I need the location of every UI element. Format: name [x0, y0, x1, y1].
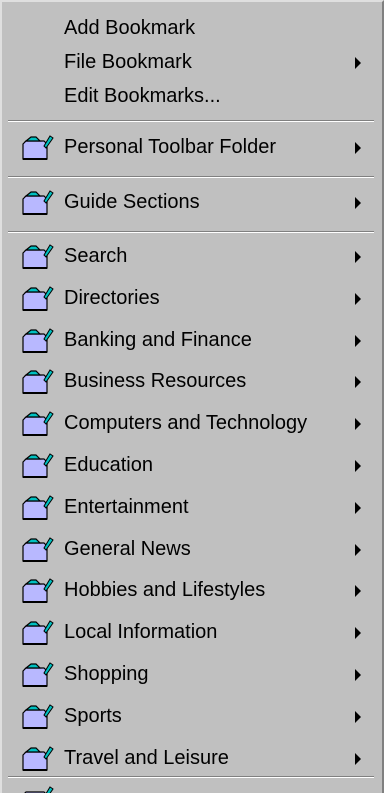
folder-icon [22, 369, 54, 394]
menu-item-edit-bookmarks[interactable]: Edit Bookmarks... [4, 78, 378, 114]
submenu-arrow-icon [355, 57, 361, 69]
submenu-arrow-icon [355, 251, 361, 263]
menu-item-label: Directories [64, 287, 160, 309]
menu-item-label: Add Bookmark [64, 17, 196, 39]
folder-icon [22, 662, 54, 687]
submenu-arrow-icon [355, 293, 361, 305]
menu-item-label: Computers and Technology [64, 412, 308, 434]
menu-item-label: Personal Toolbar Folder [64, 136, 276, 158]
menu-separator [8, 120, 374, 122]
menu-item-label: Local Information [64, 621, 218, 643]
menu-item-hobbies-and-lifestyles[interactable]: Hobbies and Lifestyles [4, 572, 378, 608]
submenu-arrow-icon [355, 418, 361, 430]
menu-item-directories[interactable]: Directories [4, 280, 378, 316]
menu-separator [8, 176, 374, 178]
menu-item-entertainment[interactable]: Entertainment [4, 489, 378, 525]
menu-separator [8, 231, 374, 233]
menu-item-banking-and-finance[interactable]: Banking and Finance [4, 322, 378, 358]
menu-item-label: Banking and Finance [64, 329, 252, 351]
menu-item-label: Entertainment [64, 496, 189, 518]
bookmarks-menu: Add Bookmark File Bookmark Edit Bookmark… [0, 0, 384, 793]
menu-item-sports[interactable]: Sports [4, 698, 378, 734]
menu-item-personal-toolbar-folder[interactable]: Personal Toolbar Folder [4, 129, 378, 165]
menu-item-label: File Bookmark [64, 51, 192, 73]
menu-item-add-bookmark[interactable]: Add Bookmark [4, 10, 378, 46]
submenu-arrow-icon [355, 460, 361, 472]
menu-item-computers-and-technology[interactable]: Computers and Technology [4, 405, 378, 441]
menu-item-guide-sections[interactable]: Guide Sections [4, 184, 378, 220]
menu-item-label: Search [64, 245, 128, 267]
menu-item-education[interactable]: Education [4, 447, 378, 483]
menu-item-file-bookmark[interactable]: File Bookmark [4, 44, 378, 80]
menu-item-general-news[interactable]: General News [4, 531, 378, 567]
menu-item-local-information[interactable]: Local Information [4, 614, 378, 650]
folder-icon [22, 453, 54, 478]
folder-icon [22, 620, 54, 645]
folder-icon [22, 286, 54, 311]
folder-icon [22, 135, 54, 160]
folder-icon [22, 495, 54, 520]
submenu-arrow-icon [355, 585, 361, 597]
menu-item-label: Sports [64, 705, 122, 727]
folder-icon [22, 411, 54, 436]
submenu-arrow-icon [355, 197, 361, 209]
folder-icon [22, 328, 54, 353]
menu-item-business-resources[interactable]: Business Resources [4, 363, 378, 399]
submenu-arrow-icon [355, 544, 361, 556]
folder-icon [22, 244, 54, 269]
menu-item-label: Guide Sections [64, 191, 200, 213]
menu-item-label: Edit Bookmarks... [64, 85, 221, 107]
menu-item-label: Shopping [64, 663, 149, 685]
menu-item-label: Travel and Leisure [64, 747, 229, 769]
folder-icon [22, 746, 54, 771]
submenu-arrow-icon [355, 669, 361, 681]
folder-icon [22, 190, 54, 215]
folder-icon [24, 786, 54, 793]
submenu-arrow-icon [355, 627, 361, 639]
menu-item-label: Education [64, 454, 153, 476]
folder-icon [22, 537, 54, 562]
menu-item-travel-and-leisure[interactable]: Travel and Leisure [4, 740, 378, 776]
menu-item-search[interactable]: Search [4, 238, 378, 274]
menu-item-label: Business Resources [64, 370, 247, 392]
menu-separator [8, 776, 374, 778]
menu-item-label: Hobbies and Lifestyles [64, 579, 266, 601]
menu-item-shopping[interactable]: Shopping [4, 656, 378, 692]
submenu-arrow-icon [355, 502, 361, 514]
submenu-arrow-icon [355, 711, 361, 723]
menu-item-label: General News [64, 538, 191, 560]
folder-icon [22, 704, 54, 729]
submenu-arrow-icon [355, 335, 361, 347]
folder-icon [22, 578, 54, 603]
submenu-arrow-icon [355, 753, 361, 765]
submenu-arrow-icon [355, 142, 361, 154]
submenu-arrow-icon [355, 376, 361, 388]
